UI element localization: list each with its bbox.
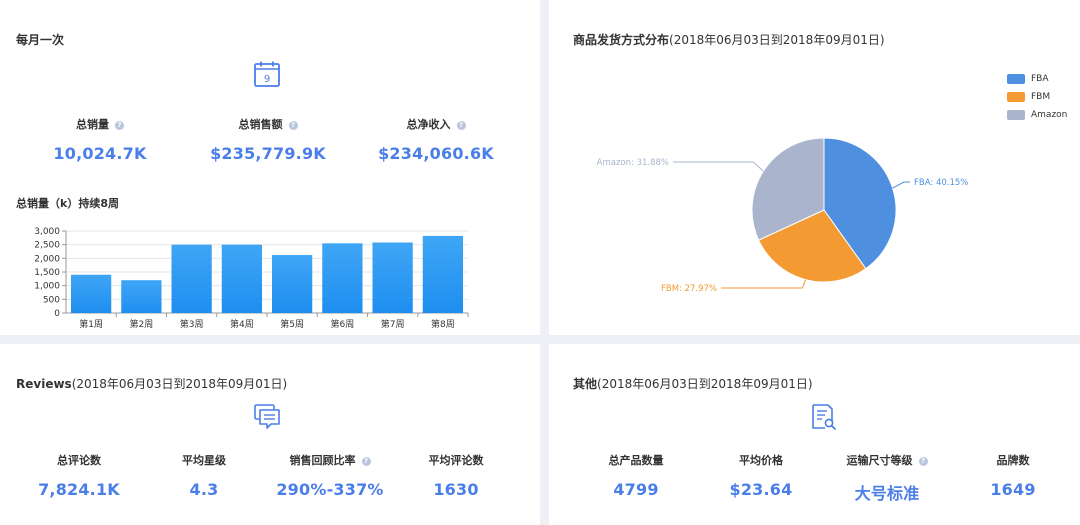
legend-swatch — [1007, 110, 1025, 120]
shipping-panel: 商品发货方式分布(2018年06月03日到2018年09月01日) FBA: 4… — [549, 0, 1080, 335]
bar[interactable] — [272, 255, 313, 313]
y-tick-label: 3,000 — [34, 227, 60, 237]
bar[interactable] — [171, 244, 212, 313]
pie-slice-label: FBA: 40.15% — [914, 178, 968, 188]
x-tick-label: 第6周 — [331, 318, 355, 330]
weekly-sales-bar-chart: 0 500 1,000 1,500 2,000 2,500 3,000 第1周 第2周 第3周 第4… — [34, 227, 469, 330]
document-search-icon — [808, 402, 838, 432]
y-tick-label: 2,500 — [34, 241, 60, 251]
y-tick-label: 500 — [43, 295, 60, 305]
bar[interactable] — [71, 274, 112, 313]
other-panel: 其他(2018年06月03日到2018年09月01日) 总产品数量 4799 平… — [549, 344, 1080, 525]
bar[interactable] — [372, 242, 413, 313]
bar[interactable] — [221, 244, 262, 313]
legend-swatch — [1007, 74, 1025, 84]
stat-value: 1630 — [433, 480, 479, 499]
stat-label: 平均评论数 — [428, 454, 484, 467]
legend-item-amazon[interactable]: Amazon — [1007, 106, 1067, 124]
stat-label: 销售回顾比率 — [289, 454, 356, 467]
legend-label: Amazon — [1031, 110, 1068, 120]
pie-label-line — [673, 161, 764, 172]
brand-count-stat: 品牌数 1649 — [923, 454, 1080, 499]
bar[interactable] — [322, 243, 363, 313]
y-tick-label: 1,000 — [34, 282, 60, 292]
y-tick-label: 0 — [54, 309, 60, 319]
legend-label: FBA — [1031, 74, 1049, 84]
reviews-panel: Reviews(2018年06月03日到2018年09月01日) 总评论数 7,… — [0, 344, 540, 525]
legend-swatch — [1007, 92, 1025, 102]
reviews-title-main: Reviews — [16, 377, 72, 391]
y-tick-label: 1,500 — [34, 268, 60, 278]
pie-legend: FBA FBM Amazon — [1007, 70, 1067, 124]
reviews-title: Reviews(2018年06月03日到2018年09月01日) — [16, 375, 287, 392]
legend-item-fbm[interactable]: FBM — [1007, 88, 1067, 106]
bar[interactable] — [121, 280, 162, 313]
legend-label: FBM — [1031, 92, 1051, 102]
x-tick-label: 第8周 — [431, 318, 455, 330]
pie-slice-label: FBM: 27.97% — [661, 284, 717, 294]
pie-slice-label: Amazon: 31.88% — [597, 158, 669, 168]
other-title: 其他(2018年06月03日到2018年09月01日) — [573, 375, 813, 392]
x-tick-label: 第7周 — [381, 318, 405, 330]
x-tick-label: 第4周 — [230, 318, 254, 330]
y-tick-label: 2,000 — [34, 254, 60, 264]
date-range: (2018年06月03日到2018年09月01日) — [71, 377, 288, 391]
stat-label: 运输尺寸等级 — [846, 454, 913, 467]
x-tick-label: 第1周 — [79, 318, 103, 330]
x-tick-label: 第2周 — [130, 318, 154, 330]
avg-reviews-stat: 平均评论数 1630 — [366, 454, 546, 499]
pie-label-line — [892, 181, 910, 189]
legend-item-fba[interactable]: FBA — [1007, 70, 1067, 88]
pie-label-line — [721, 279, 806, 289]
shipping-pie-chart: FBA: 40.15% FBM: 27.97% Amazon: 31.88% — [597, 137, 968, 294]
bar[interactable] — [422, 235, 463, 313]
date-range: (2018年06月03日到2018年09月01日) — [597, 377, 813, 391]
comments-icon — [252, 402, 282, 432]
x-tick-label: 第3周 — [180, 318, 204, 330]
stat-label: 品牌数 — [996, 454, 1030, 467]
other-title-main: 其他 — [573, 377, 598, 391]
x-tick-label: 第5周 — [280, 318, 304, 330]
stat-value: 1649 — [990, 480, 1036, 499]
monthly-panel: 每月一次 9 总销量? 10,024.7K 总销售额? $235,779.9K … — [0, 0, 540, 335]
